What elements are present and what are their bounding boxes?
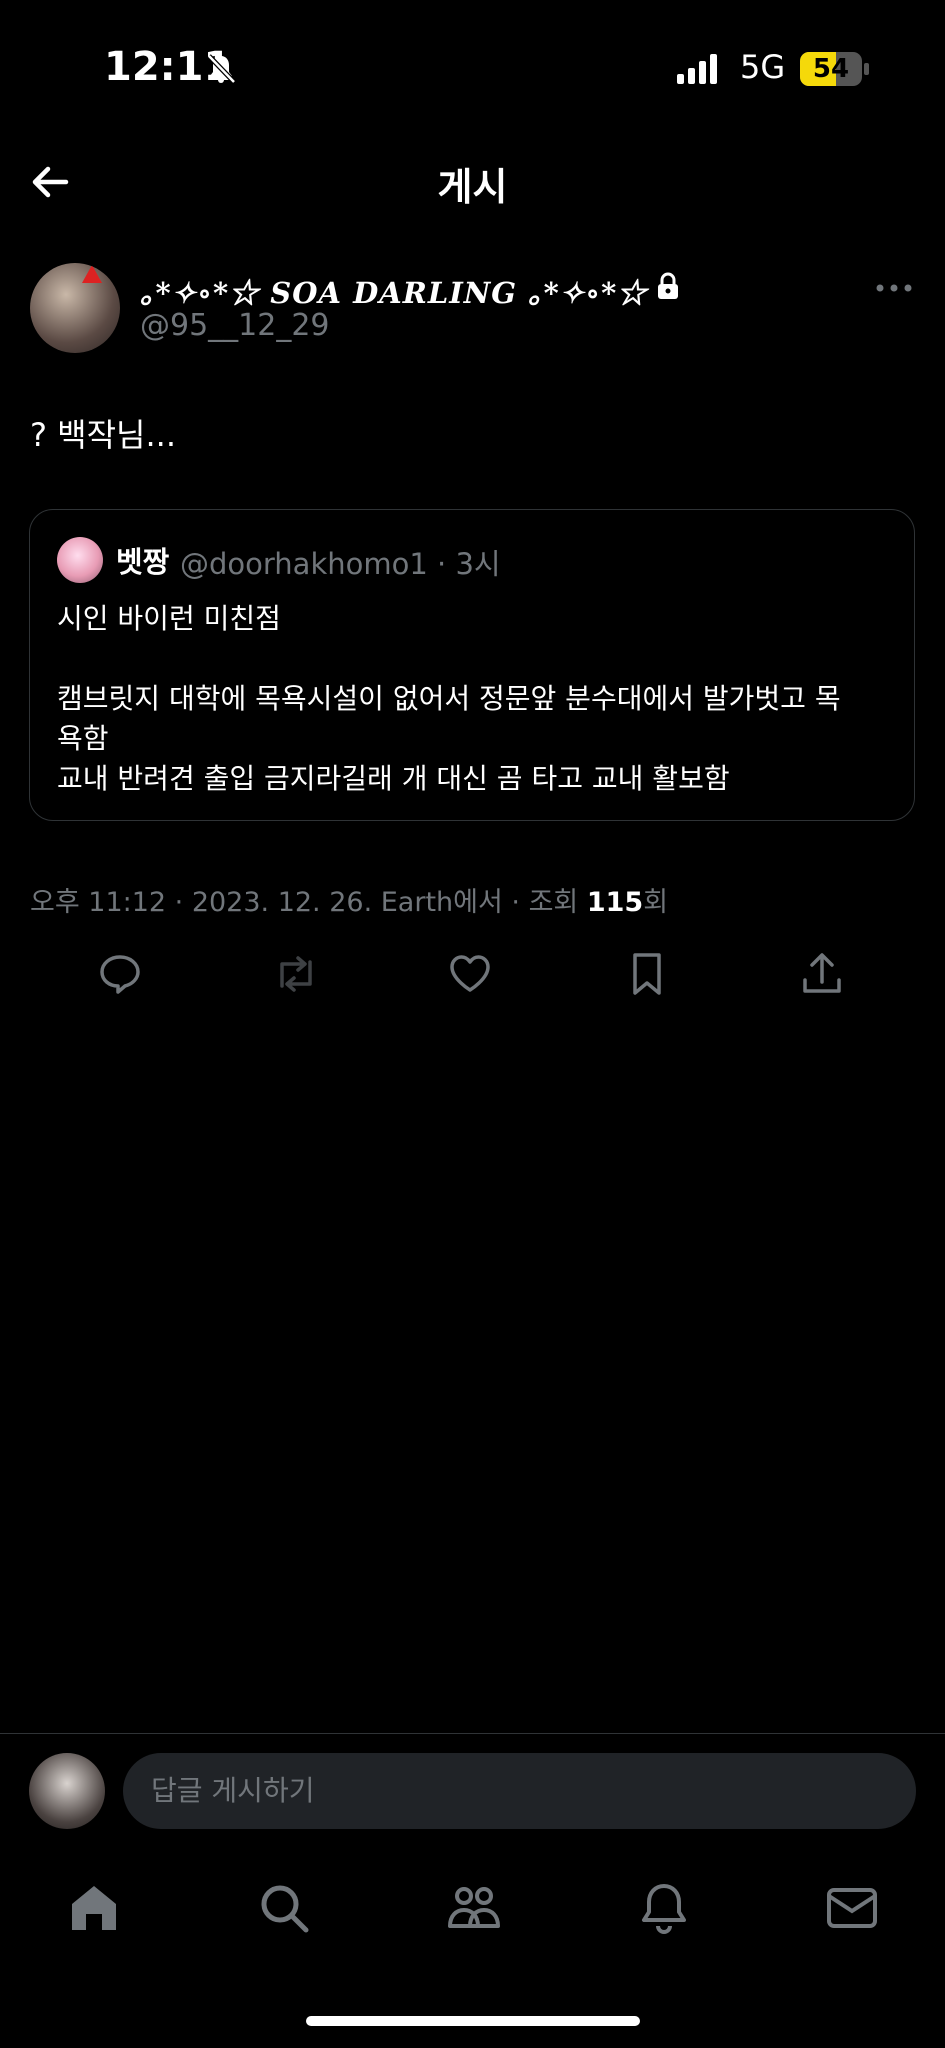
battery-level: 54 <box>812 54 850 84</box>
page-title: 게시 <box>437 165 508 209</box>
reply-icon[interactable] <box>96 950 144 998</box>
quote-line: 캠브릿지 대학에 목욕시설이 없어서 정문앞 분수대에서 발가벗고 목 <box>57 682 841 715</box>
home-icon[interactable] <box>66 1880 122 1936</box>
santa-hat <box>82 265 102 283</box>
like-icon[interactable] <box>446 950 494 998</box>
tweet-timestamp: 오후 11:12 · 2023. 12. 26. Earth에서 · 조회 <box>30 887 587 918</box>
user-handle[interactable]: @95__12_29 <box>140 308 330 343</box>
lock-icon <box>658 272 678 299</box>
view-suffix: 회 <box>643 887 669 918</box>
quote-handle-time: @doorhakhomo1 · 3시 <box>180 541 501 583</box>
view-count: 115 <box>586 887 644 918</box>
bell-slash-icon <box>207 54 236 84</box>
quote-handle: @doorhakhomo1 <box>180 547 428 581</box>
display-name[interactable]: ｡*✧∘*☆ 𝑺𝑶𝑨 𝑫𝑨𝑹𝑳𝑰𝑵𝑮 ｡*✧∘*☆ <box>140 270 647 312</box>
bookmark-icon[interactable] <box>623 950 671 998</box>
share-icon[interactable] <box>798 950 846 998</box>
home-indicator[interactable] <box>306 2016 640 2026</box>
tweet-text: ? 백작님... <box>30 416 176 454</box>
messages-icon[interactable] <box>824 1880 880 1936</box>
reply-input[interactable]: 답글 게시하기 <box>123 1753 916 1829</box>
more-icon[interactable] <box>874 280 914 296</box>
quote-display-name: 벳짱 <box>116 545 170 579</box>
avatar[interactable] <box>30 263 120 353</box>
quote-line: 시인 바이런 미친점 <box>57 602 281 635</box>
quote-time: · 3시 <box>437 547 501 581</box>
tweet-meta: 오후 11:12 · 2023. 12. 26. Earth에서 · 조회 11… <box>30 880 668 919</box>
quote-avatar <box>57 537 103 583</box>
quote-line: 교내 반려견 출입 금지라길래 개 대신 곰 타고 교내 활보함 <box>57 762 730 795</box>
divider <box>0 1733 945 1734</box>
battery-icon: 54 <box>800 52 870 86</box>
quote-tweet-card[interactable]: 벳짱 @doorhakhomo1 · 3시 시인 바이런 미친점 캠브릿지 대학… <box>29 509 915 821</box>
communities-icon[interactable] <box>446 1880 502 1936</box>
network-type: 5G <box>740 48 786 86</box>
quote-line: 욕함 <box>57 722 109 755</box>
notifications-icon[interactable] <box>636 1880 692 1936</box>
search-icon[interactable] <box>256 1880 312 1936</box>
signal-icon <box>677 54 717 84</box>
retweet-icon[interactable] <box>272 950 320 998</box>
my-avatar <box>29 1753 105 1829</box>
